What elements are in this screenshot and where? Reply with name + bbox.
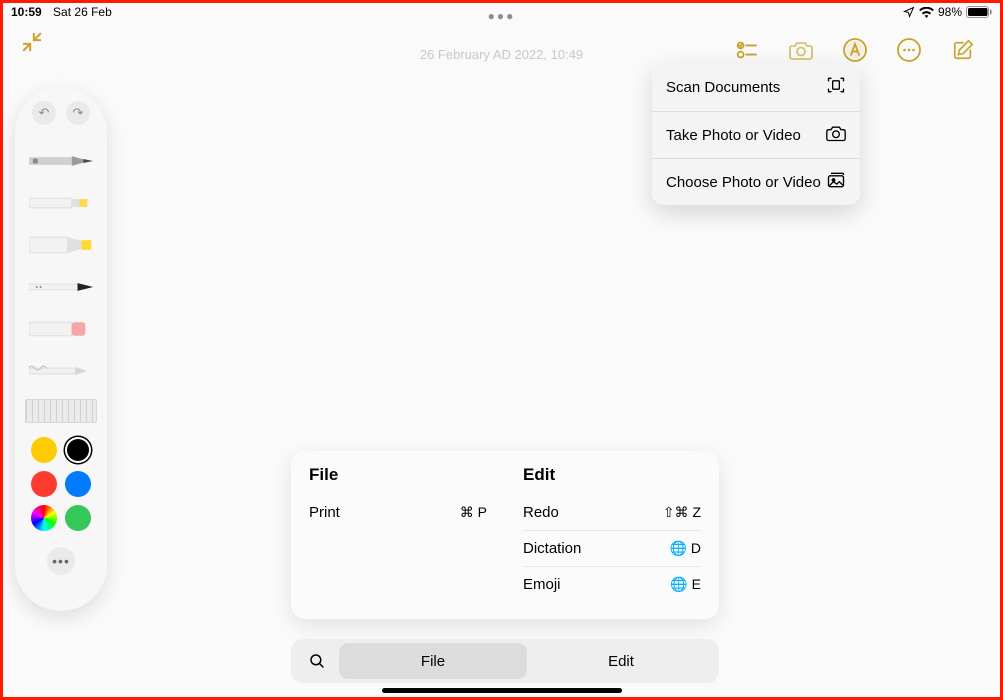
shortcut-keys: 🌐 E xyxy=(670,576,701,593)
color-picker-button[interactable] xyxy=(31,505,57,531)
status-left: 10:59 Sat 26 Feb xyxy=(11,5,112,19)
redo-button[interactable]: ↷ xyxy=(66,101,90,125)
ruler-tool[interactable] xyxy=(25,399,97,423)
highlighter-tool[interactable] xyxy=(25,225,97,265)
undo-button[interactable]: ↶ xyxy=(32,101,56,125)
shortcut-keys: ⌘ P xyxy=(460,504,487,521)
exit-fullscreen-button[interactable] xyxy=(21,31,43,53)
camera-menu-choose-photo[interactable]: Choose Photo or Video xyxy=(652,158,860,205)
palette-more-button[interactable]: ••• xyxy=(47,547,75,575)
shortcuts-tab-file[interactable]: File xyxy=(339,643,527,679)
tab-label: Edit xyxy=(608,653,634,670)
shortcut-label: Redo xyxy=(523,504,559,521)
menu-item-label: Scan Documents xyxy=(666,79,780,96)
lasso-tool[interactable] xyxy=(25,351,97,391)
shortcut-row-dictation[interactable]: Dictation 🌐 D xyxy=(523,530,701,566)
shortcuts-edit-title: Edit xyxy=(523,465,701,485)
color-swatch-yellow[interactable] xyxy=(31,437,57,463)
pen-tool[interactable] xyxy=(25,141,97,181)
color-swatch-green[interactable] xyxy=(65,505,91,531)
status-time: 10:59 xyxy=(11,5,42,19)
camera-button[interactable] xyxy=(788,37,814,63)
shortcuts-column-file: File Print ⌘ P xyxy=(291,451,505,619)
tab-label: File xyxy=(421,653,445,670)
home-indicator[interactable] xyxy=(382,688,622,693)
battery-icon xyxy=(966,6,992,18)
shortcuts-file-title: File xyxy=(309,465,487,485)
shortcuts-tab-bar: File Edit xyxy=(291,639,719,683)
color-swatch-red[interactable] xyxy=(31,471,57,497)
wifi-icon xyxy=(919,7,934,18)
camera-icon xyxy=(826,124,846,146)
menu-item-label: Choose Photo or Video xyxy=(666,174,821,191)
checklist-button[interactable] xyxy=(734,37,760,63)
color-swatch-blue[interactable] xyxy=(65,471,91,497)
menu-item-label: Take Photo or Video xyxy=(666,127,801,144)
shortcut-keys: 🌐 D xyxy=(670,540,701,557)
shortcuts-search-button[interactable] xyxy=(295,652,339,670)
shortcut-row-emoji[interactable]: Emoji 🌐 E xyxy=(523,566,701,602)
note-date-header: 26 February AD 2022, 10:49 xyxy=(420,47,583,62)
shortcuts-tab-edit[interactable]: Edit xyxy=(527,643,715,679)
status-right: 98% xyxy=(903,5,992,19)
shortcut-row-print[interactable]: Print ⌘ P xyxy=(309,495,487,530)
keyboard-shortcuts-panel: File Print ⌘ P Edit Redo ⇧⌘ Z Dictation … xyxy=(291,451,719,619)
camera-menu-take-photo[interactable]: Take Photo or Video xyxy=(652,111,860,158)
shortcut-label: Dictation xyxy=(523,540,581,557)
top-toolbar xyxy=(734,37,976,63)
camera-menu-popover: Scan Documents Take Photo or Video Choos… xyxy=(652,63,860,205)
pencil-tool[interactable] xyxy=(25,267,97,307)
status-date: Sat 26 Feb xyxy=(53,5,112,19)
marker-tool[interactable] xyxy=(25,183,97,223)
drawing-tool-palette[interactable]: ↶ ↷ xyxy=(15,87,107,611)
shortcut-label: Emoji xyxy=(523,576,561,593)
compose-button[interactable] xyxy=(950,37,976,63)
shortcut-row-redo[interactable]: Redo ⇧⌘ Z xyxy=(523,495,701,530)
eraser-tool[interactable] xyxy=(25,309,97,349)
photo-library-icon xyxy=(826,171,846,193)
scan-document-icon xyxy=(826,75,846,99)
battery-percent: 98% xyxy=(938,5,962,19)
more-button[interactable] xyxy=(896,37,922,63)
shortcut-label: Print xyxy=(309,504,340,521)
shortcuts-column-edit: Edit Redo ⇧⌘ Z Dictation 🌐 D Emoji 🌐 E xyxy=(505,451,719,619)
shortcut-keys: ⇧⌘ Z xyxy=(663,504,701,521)
markup-button[interactable] xyxy=(842,37,868,63)
location-icon xyxy=(903,6,915,18)
camera-menu-scan-documents[interactable]: Scan Documents xyxy=(652,63,860,111)
multitasking-dots-icon[interactable]: ●●● xyxy=(488,9,516,23)
color-swatch-black-selected[interactable] xyxy=(67,439,89,461)
